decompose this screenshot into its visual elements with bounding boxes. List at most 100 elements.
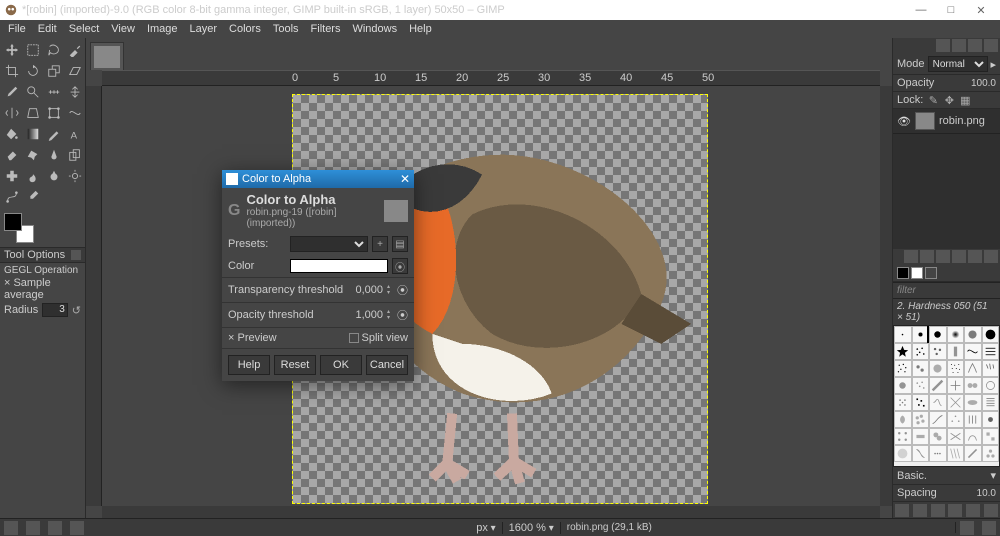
- brush-item[interactable]: [894, 411, 912, 428]
- brush-item[interactable]: [964, 377, 982, 394]
- menu-file[interactable]: File: [2, 21, 32, 37]
- presets-select[interactable]: [290, 236, 368, 252]
- tool-align[interactable]: [65, 82, 85, 102]
- tool-heal[interactable]: [2, 166, 22, 186]
- opacity-threshold-spinner[interactable]: [387, 308, 397, 322]
- preset-menu-icon[interactable]: ▤: [392, 236, 408, 252]
- tool-gradient[interactable]: [23, 124, 43, 144]
- fg-color-swatch[interactable]: [4, 213, 22, 231]
- brush-duplicate-icon[interactable]: [931, 504, 945, 517]
- preview-checkbox[interactable]: × Preview: [228, 332, 277, 344]
- brushes-tab-icon[interactable]: [904, 250, 918, 263]
- brush-item[interactable]: [947, 428, 965, 445]
- color-swatches[interactable]: [4, 213, 34, 243]
- dialog-titlebar[interactable]: Color to Alpha ✕: [222, 170, 414, 188]
- tool-clone[interactable]: [65, 145, 85, 165]
- menu-view[interactable]: View: [105, 21, 141, 37]
- menu-windows[interactable]: Windows: [346, 21, 403, 37]
- brush-item[interactable]: [964, 394, 982, 411]
- preset-add-icon[interactable]: +: [372, 236, 388, 252]
- brush-item[interactable]: [964, 428, 982, 445]
- brush-item[interactable]: [929, 411, 947, 428]
- color-field[interactable]: [290, 259, 388, 273]
- fonts-tab-icon[interactable]: [952, 250, 966, 263]
- window-maximize-button[interactable]: □: [936, 0, 966, 20]
- tool-airbrush[interactable]: [23, 145, 43, 165]
- brush-item[interactable]: [964, 343, 982, 360]
- sample-average-checkbox[interactable]: Sample average: [4, 276, 81, 302]
- horizontal-scrollbar[interactable]: [102, 506, 880, 518]
- brush-item[interactable]: [982, 411, 1000, 428]
- reset-button[interactable]: Reset: [274, 355, 316, 375]
- brush-item[interactable]: [947, 411, 965, 428]
- transparency-threshold-value[interactable]: 0,000: [355, 284, 383, 296]
- tool-zoom[interactable]: [23, 82, 43, 102]
- brush-item[interactable]: [894, 428, 912, 445]
- tool-text[interactable]: A: [65, 124, 85, 144]
- lock-alpha-icon[interactable]: ▦: [959, 94, 971, 106]
- radius-input[interactable]: 3: [42, 303, 68, 317]
- window-minimize-button[interactable]: —: [906, 0, 936, 20]
- menu-colors[interactable]: Colors: [223, 21, 267, 37]
- layers-tab-icon[interactable]: [936, 39, 950, 52]
- layer-name[interactable]: robin.png: [939, 115, 985, 127]
- brush-item[interactable]: [947, 360, 965, 377]
- tool-free-select[interactable]: [44, 40, 64, 60]
- mode-menu-icon[interactable]: ▸: [990, 58, 996, 71]
- history-tab-icon[interactable]: [968, 250, 982, 263]
- brush-item[interactable]: [929, 377, 947, 394]
- brush-item[interactable]: [894, 343, 912, 360]
- brush-open-icon[interactable]: [984, 504, 998, 517]
- brush-item[interactable]: [947, 377, 965, 394]
- tool-shear[interactable]: [65, 61, 85, 81]
- brush-item[interactable]: [929, 394, 947, 411]
- color-picker-icon[interactable]: ⦿: [392, 258, 408, 274]
- status-icon[interactable]: [70, 521, 84, 535]
- brush-item[interactable]: [894, 377, 912, 394]
- brush-item[interactable]: [982, 326, 1000, 343]
- status-unit[interactable]: px ▾: [470, 522, 502, 534]
- status-icon[interactable]: [4, 521, 18, 535]
- opacity-picker-icon[interactable]: ⦿: [397, 307, 408, 323]
- split-view-checkbox[interactable]: Split view: [349, 332, 408, 344]
- brush-item[interactable]: [947, 326, 965, 343]
- lock-position-icon[interactable]: ✥: [943, 94, 955, 106]
- tool-paintbrush[interactable]: [2, 82, 22, 102]
- radius-reset-icon[interactable]: ↺: [72, 304, 81, 317]
- tool-crop[interactable]: [2, 61, 22, 81]
- brush-item[interactable]: [912, 394, 930, 411]
- brush-item[interactable]: [982, 360, 1000, 377]
- tool-eraser[interactable]: [2, 145, 22, 165]
- brush-new-icon[interactable]: [913, 504, 927, 517]
- tool-cage[interactable]: [44, 103, 64, 123]
- brush-preset-label[interactable]: Basic.: [897, 470, 990, 482]
- status-zoom[interactable]: 1600 % ▾: [503, 522, 561, 534]
- tool-fuzzy-select[interactable]: [65, 40, 85, 60]
- tool-flip[interactable]: [2, 103, 22, 123]
- ruler-vertical[interactable]: [86, 86, 102, 506]
- layer-row[interactable]: 👁 robin.png: [893, 109, 1000, 134]
- brush-item[interactable]: [929, 343, 947, 360]
- window-close-button[interactable]: ✕: [966, 0, 996, 20]
- menu-tools[interactable]: Tools: [267, 21, 305, 37]
- brush-item[interactable]: [912, 428, 930, 445]
- image-tab[interactable]: [90, 42, 124, 70]
- brush-item[interactable]: [982, 394, 1000, 411]
- status-nav-icon[interactable]: [960, 521, 974, 535]
- blend-mode-select[interactable]: Normal: [928, 56, 989, 72]
- tool-pencil[interactable]: [44, 124, 64, 144]
- menu-layer[interactable]: Layer: [184, 21, 224, 37]
- brush-item[interactable]: [929, 445, 947, 462]
- brush-item[interactable]: [894, 445, 912, 462]
- spacing-value[interactable]: 10.0: [977, 488, 996, 499]
- brush-item[interactable]: [929, 326, 947, 343]
- fg-quick-swatch[interactable]: [897, 267, 909, 279]
- status-cancel-icon[interactable]: [982, 521, 996, 535]
- menu-filters[interactable]: Filters: [305, 21, 347, 37]
- transparency-picker-icon[interactable]: ⦿: [397, 282, 408, 298]
- brush-item[interactable]: [912, 377, 930, 394]
- brush-item[interactable]: [929, 428, 947, 445]
- lock-pixels-icon[interactable]: ✎: [927, 94, 939, 106]
- brush-item[interactable]: [929, 360, 947, 377]
- tool-rect-select[interactable]: [23, 40, 43, 60]
